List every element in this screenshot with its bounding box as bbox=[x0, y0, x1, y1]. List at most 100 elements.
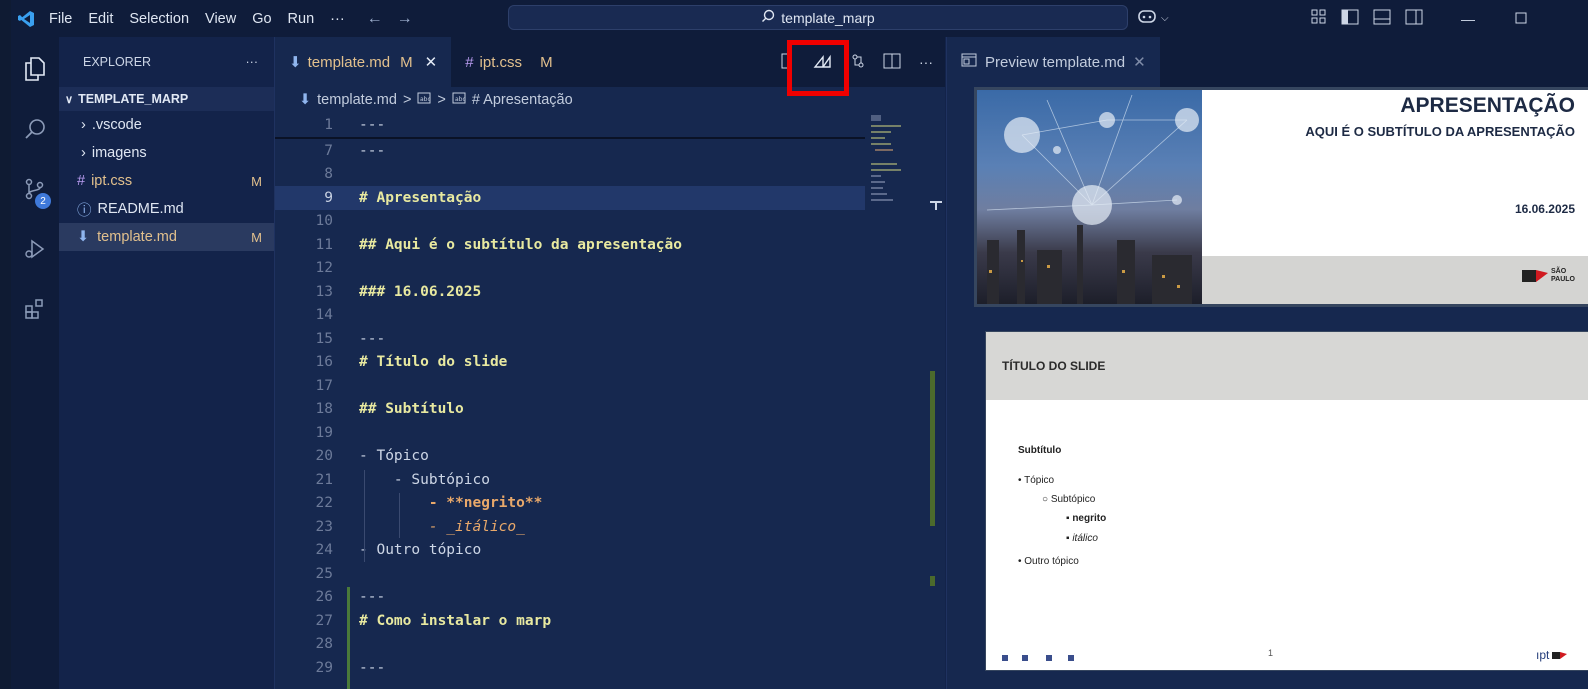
slide-2-bullet: • Outro tópico bbox=[1018, 556, 1079, 567]
git-status-modified: M bbox=[251, 229, 262, 245]
search-icon[interactable] bbox=[11, 105, 59, 153]
code-line: 27 # Como instalar o marp bbox=[315, 612, 552, 629]
minimize-icon[interactable]: — bbox=[1461, 11, 1475, 27]
command-center-text: template_marp bbox=[781, 9, 875, 26]
tree-item-ipt-css[interactable]: # ipt.css M bbox=[59, 167, 274, 195]
marp-preview-pane: Preview template.md ✕ APRESENTAÇÃO AQUI … bbox=[946, 37, 1588, 689]
toggle-secondary-sidebar-icon[interactable] bbox=[1405, 9, 1423, 28]
code-line: 8 bbox=[324, 166, 333, 183]
chevron-right-icon: › bbox=[81, 117, 86, 133]
title-bar: File Edit Selection View Go Run ··· ← → … bbox=[11, 0, 1588, 37]
close-icon[interactable]: ✕ bbox=[425, 53, 438, 71]
explorer-more-button[interactable]: ··· bbox=[246, 55, 259, 69]
slide-2-title: TÍTULO DO SLIDE bbox=[1002, 359, 1106, 373]
menu-edit[interactable]: Edit bbox=[80, 11, 121, 27]
code-editor[interactable]: 1 --- 7 --- 8 9 # Apresentação 10 11 ## Aqui… bbox=[275, 113, 945, 689]
tree-item-readme[interactable]: ⓘ README.md bbox=[59, 195, 274, 223]
tab-ipt-css[interactable]: # ipt.css M bbox=[451, 37, 566, 87]
chevron-down-icon[interactable]: ⌵ bbox=[1161, 13, 1169, 24]
breadcrumb-symbol[interactable]: # Apresentação bbox=[472, 92, 573, 108]
editor-tabs: ⬇ template.md M ✕ # ipt.css M ··· bbox=[275, 37, 945, 96]
explorer-title: EXPLORER bbox=[83, 55, 152, 69]
menu-go[interactable]: Go bbox=[244, 11, 279, 27]
code-line: 14 bbox=[315, 307, 333, 324]
tree-item-label: template.md bbox=[97, 229, 177, 245]
tree-item-template-md[interactable]: ⬇ template.md M bbox=[59, 223, 274, 251]
git-added-gutter bbox=[347, 587, 350, 689]
split-right-icon[interactable] bbox=[883, 53, 901, 72]
css-file-icon: # bbox=[465, 53, 474, 71]
slide-1-date: 16.06.2025 bbox=[1514, 202, 1575, 216]
ipt-logo: ıpt bbox=[1536, 648, 1570, 662]
forward-arrow-icon[interactable]: → bbox=[397, 10, 413, 28]
slide-1-subtitle: AQUI É O SUBTÍTULO DA APRESENTAÇÃO bbox=[1305, 124, 1575, 139]
ipt-logo-text: ıpt bbox=[1536, 648, 1550, 662]
menu-more[interactable]: ··· bbox=[322, 11, 353, 27]
tree-item-label: .vscode bbox=[91, 117, 142, 133]
editor-scrollbar[interactable] bbox=[930, 113, 945, 689]
maximize-icon[interactable] bbox=[1515, 11, 1527, 27]
chevron-down-icon: ∨ bbox=[65, 93, 74, 106]
menu-selection[interactable]: Selection bbox=[121, 11, 197, 27]
tab-modified-indicator: M bbox=[540, 53, 553, 71]
code-line: 15 --- bbox=[315, 330, 386, 347]
back-arrow-icon[interactable]: ← bbox=[367, 10, 383, 28]
industrial-network-image bbox=[977, 90, 1202, 304]
slide-2-bullet: ▪ itálico bbox=[1066, 533, 1098, 544]
code-line: 25 bbox=[315, 565, 333, 582]
git-status-modified: M bbox=[251, 173, 262, 189]
slide-2-bullet: ○ Subtópico bbox=[1042, 494, 1096, 505]
tab-preview-template-md[interactable]: Preview template.md ✕ bbox=[947, 37, 1160, 87]
run-debug-icon[interactable] bbox=[11, 225, 59, 273]
minimap[interactable] bbox=[871, 113, 931, 233]
code-line: 16 # Título do slide bbox=[315, 354, 508, 371]
sp-mini-logo-icon bbox=[1552, 652, 1568, 659]
toggle-primary-sidebar-icon[interactable] bbox=[1341, 9, 1359, 28]
preview-tab-label: Preview template.md bbox=[985, 53, 1126, 71]
copilot-icon[interactable] bbox=[1136, 8, 1158, 29]
menu-file[interactable]: File bbox=[41, 11, 80, 27]
tree-item-label: README.md bbox=[97, 201, 184, 217]
workspace-folder[interactable]: ∨ TEMPLATE_MARP bbox=[59, 87, 274, 111]
scm-badge: 2 bbox=[35, 193, 51, 209]
chevron-right-icon: › bbox=[81, 145, 86, 161]
tree-item-vscode[interactable]: › .vscode bbox=[59, 111, 274, 139]
symbol-string-icon: abc bbox=[452, 92, 466, 108]
menu-run[interactable]: Run bbox=[280, 11, 323, 27]
vscode-window: File Edit Selection View Go Run ··· ← → … bbox=[11, 0, 1588, 689]
menu-bar: File Edit Selection View Go Run ··· bbox=[41, 11, 353, 27]
markdown-file-icon: ⬇ bbox=[299, 92, 312, 108]
source-control-icon[interactable]: 2 bbox=[11, 165, 59, 213]
tree-item-label: imagens bbox=[91, 145, 147, 161]
extensions-icon[interactable] bbox=[11, 285, 59, 333]
breadcrumb-file[interactable]: template.md bbox=[317, 92, 397, 108]
sp-logo-text: SÃO PAULO bbox=[1551, 268, 1575, 283]
breadcrumb-separator: > bbox=[437, 92, 446, 108]
tab-modified-indicator: M bbox=[400, 53, 413, 71]
close-icon[interactable]: ✕ bbox=[1133, 53, 1146, 71]
symbol-string-icon: abc bbox=[417, 92, 431, 108]
more-actions-icon[interactable]: ··· bbox=[919, 54, 933, 70]
workspace-folder-label: TEMPLATE_MARP bbox=[78, 92, 189, 106]
annotation-highlight-box bbox=[787, 40, 849, 96]
tab-label: ipt.css bbox=[479, 53, 523, 71]
tree-item-imagens[interactable]: › imagens bbox=[59, 139, 274, 167]
svg-text:abc: abc bbox=[420, 96, 431, 103]
compare-changes-icon[interactable] bbox=[851, 53, 865, 72]
tree-item-label: ipt.css bbox=[91, 173, 133, 189]
code-line: 13 ### 16.06.2025 bbox=[315, 283, 482, 300]
explorer-icon[interactable] bbox=[11, 45, 59, 93]
footer-square bbox=[1068, 655, 1074, 661]
toggle-panel-icon[interactable] bbox=[1373, 9, 1391, 28]
indent-guide bbox=[399, 493, 400, 538]
sp-government-logo: SÃO PAULO bbox=[1522, 268, 1577, 284]
code-line: 7 --- bbox=[324, 142, 386, 159]
tab-template-md[interactable]: ⬇ template.md M ✕ bbox=[275, 37, 452, 87]
command-center-search[interactable]: template_marp bbox=[508, 5, 1128, 30]
css-file-icon: # bbox=[77, 173, 86, 189]
customize-layout-icon[interactable] bbox=[1311, 9, 1327, 28]
menu-view[interactable]: View bbox=[197, 11, 244, 27]
markdown-file-icon: ⬇ bbox=[77, 229, 90, 245]
code-line: 20- Tópico bbox=[315, 448, 429, 465]
slide-2-preview: TÍTULO DO SLIDE Subtítulo • Tópico ○ Sub… bbox=[985, 331, 1588, 671]
